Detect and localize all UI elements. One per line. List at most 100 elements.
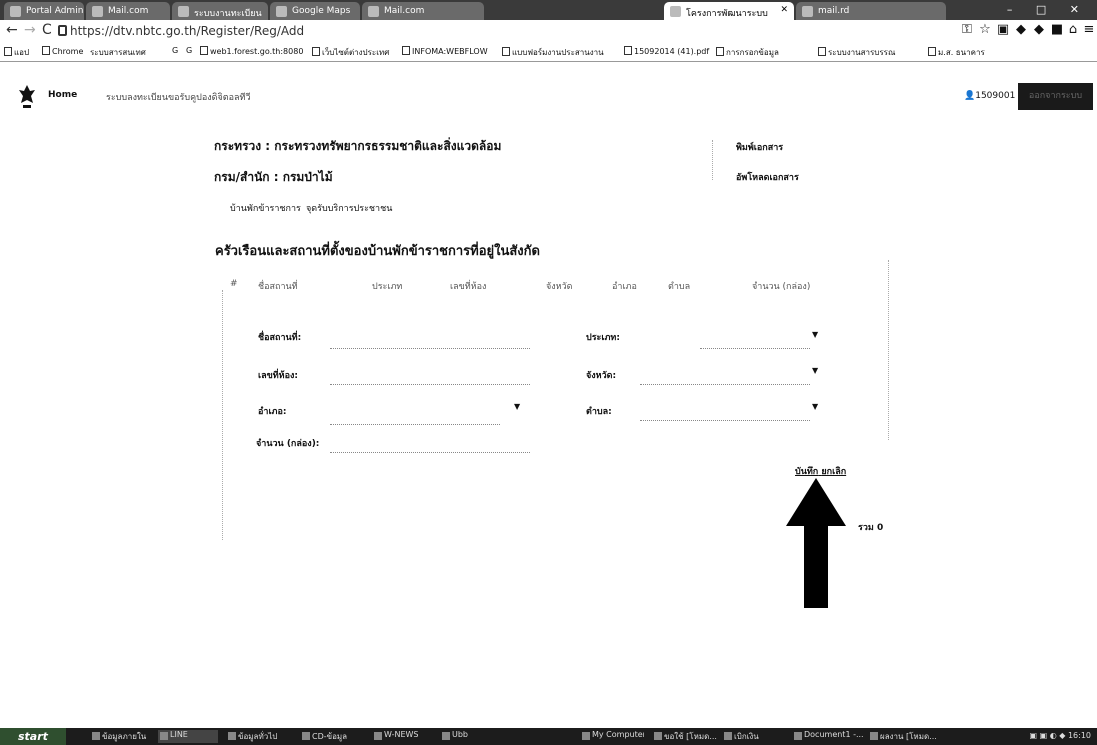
bookmarks-bar: แอป Chrome ระบบสารสนเทศ G G web1.forest.…	[0, 42, 1097, 62]
taskbar-item[interactable]: Ubb	[440, 730, 500, 743]
browser-tab[interactable]: Google Maps	[270, 2, 360, 20]
bookmark-item[interactable]: เว็บไซต์ต่างประเทศ	[312, 46, 389, 59]
room-number-input[interactable]	[330, 384, 530, 385]
upload-document-link[interactable]: อัพโหลดเอกสาร	[736, 170, 799, 184]
app-title: ระบบลงทะเบียนขอรับคูปองดิจิตอลทีวี	[106, 93, 251, 103]
bookmark-item[interactable]: แบบฟอร์มงานประสานงาน	[502, 46, 604, 59]
close-tab-icon[interactable]: ✕	[780, 5, 788, 15]
bookmark-item[interactable]: แอป	[4, 46, 29, 59]
bookmark-item[interactable]: การกรอกข้อมูล	[716, 46, 779, 59]
subdistrict-select[interactable]	[640, 420, 810, 421]
logout-button[interactable]: ออกจากระบบ	[1018, 83, 1093, 110]
extension-icon[interactable]: ▣	[996, 23, 1010, 37]
app-icon	[302, 732, 310, 740]
taskbar-item[interactable]: W-NEWS	[372, 730, 432, 743]
reload-icon[interactable]: C	[42, 22, 52, 38]
browser-tab[interactable]: Portal Administration Tag	[4, 2, 84, 20]
browser-tab-strip: Portal Administration Tag Mail.com ระบบง…	[0, 0, 1097, 20]
extension-icon[interactable]: ◆	[1032, 23, 1046, 37]
taskbar-item[interactable]: ผลงาน [โหมด...	[868, 730, 938, 743]
taskbar-item[interactable]: ข้อมูลภายใน	[90, 730, 152, 743]
app-icon	[870, 732, 878, 740]
province-label: จังหวัด:	[586, 371, 617, 381]
bookmark-item[interactable]: INFOMA:WEBFLOW	[402, 46, 488, 56]
word-icon	[794, 732, 802, 740]
favicon-icon	[802, 6, 813, 17]
app-header: Home ระบบลงทะเบียนขอรับคูปองดิจิตอลทีวี …	[0, 83, 1097, 111]
favicon-icon	[10, 6, 21, 17]
browser-tab-active[interactable]: โครงการพัฒนาระบบ ✕	[664, 2, 794, 20]
back-icon[interactable]: ←	[6, 22, 18, 38]
favicon-icon	[276, 6, 287, 17]
bookmark-item[interactable]: G	[172, 46, 178, 55]
bookmark-item[interactable]: ม.ส. ธนาคาร	[928, 46, 985, 59]
home-link[interactable]: Home	[48, 90, 77, 100]
taskbar-item[interactable]: ข้อมูลทั่วไป	[226, 730, 296, 743]
favicon-icon	[368, 6, 379, 17]
favicon-icon	[670, 6, 681, 17]
extension-icon[interactable]: ◆	[1014, 23, 1028, 37]
browser-tab[interactable]: ระบบงานทะเบียน	[172, 2, 268, 20]
app-icon	[92, 732, 100, 740]
taskbar-item[interactable]: CD-ข้อมูล	[300, 730, 364, 743]
globe-icon	[928, 47, 936, 56]
tray-icons[interactable]: ▣ ▣ ◐ ◆	[1030, 731, 1068, 740]
page-icon	[716, 47, 724, 56]
key-icon[interactable]: ⚿	[960, 23, 974, 37]
page-icon	[402, 46, 410, 55]
subnav-service-point[interactable]: จุดรับบริการประชาชน	[306, 201, 392, 215]
chevron-down-icon[interactable]: ▼	[812, 330, 818, 339]
app-icon	[442, 732, 450, 740]
bookmark-item[interactable]: 15092014 (41).pdf	[624, 46, 709, 56]
quantity-input[interactable]	[330, 452, 530, 453]
taskbar-item[interactable]: Document1 -...	[792, 730, 866, 743]
taskbar-item[interactable]: My Computer	[580, 730, 644, 743]
app-icon	[160, 732, 168, 740]
total-count: รวม 0	[858, 523, 884, 533]
forward-icon[interactable]: →	[24, 22, 36, 38]
window-controls[interactable]: – □ ✕	[1007, 3, 1089, 16]
url-field[interactable]: https://dtv.nbtc.go.th/Register/Reg/Add	[58, 24, 304, 38]
computer-icon	[582, 732, 590, 740]
type-select[interactable]	[700, 348, 810, 349]
pointer-arrow-annotation	[786, 478, 846, 608]
district-select[interactable]	[330, 424, 500, 425]
favicon-icon	[92, 6, 103, 17]
start-button[interactable]: start	[0, 728, 66, 745]
menu-icon[interactable]: ≡	[1082, 23, 1096, 37]
column-guide	[222, 290, 223, 540]
bookmark-item[interactable]: G	[186, 46, 192, 55]
subnav-government-housing[interactable]: บ้านพักข้าราชการ	[230, 201, 301, 215]
bookmark-item[interactable]: ระบบสารสนเทศ	[90, 46, 146, 59]
save-link[interactable]: บันทึก	[795, 467, 818, 477]
taskbar-item[interactable]: ขอใช้ [โหมด...	[652, 730, 718, 743]
chevron-down-icon[interactable]: ▼	[514, 402, 520, 411]
bookmark-item[interactable]: web1.forest.go.th:8080	[200, 46, 303, 56]
extension-icon[interactable]: ■	[1050, 23, 1064, 37]
star-icon[interactable]: ☆	[978, 23, 992, 37]
taskbar-item[interactable]: LINE	[158, 730, 218, 743]
page-icon	[312, 47, 320, 56]
page-icon	[624, 46, 632, 55]
user-icon: 👤	[964, 91, 976, 101]
bookmark-item[interactable]: Chrome	[42, 46, 83, 56]
place-name-input[interactable]	[330, 348, 530, 349]
type-label: ประเภท:	[586, 333, 620, 343]
print-document-link[interactable]: พิมพ์เอกสาร	[736, 140, 783, 154]
browser-tab[interactable]: Mail.com	[86, 2, 170, 20]
bookmark-item[interactable]: ระบบงานสารบรรณ	[818, 46, 895, 59]
chevron-down-icon[interactable]: ▼	[812, 366, 818, 375]
chevron-down-icon[interactable]: ▼	[812, 402, 818, 411]
app-icon	[654, 732, 662, 740]
home-icon[interactable]: ⌂	[1066, 23, 1080, 37]
taskbar-item[interactable]: เบิกเงิน	[722, 730, 786, 743]
app-icon	[228, 732, 236, 740]
page-icon	[502, 47, 510, 56]
cancel-link[interactable]: ยกเลิก	[821, 467, 846, 477]
os-taskbar: start ข้อมูลภายใน LINE ข้อมูลทั่วไป CD-ข…	[0, 728, 1097, 745]
province-select[interactable]	[640, 384, 810, 385]
browser-tab[interactable]: Mail.com	[362, 2, 484, 20]
browser-tab[interactable]: mail.rd	[796, 2, 946, 20]
lock-icon	[58, 25, 67, 36]
address-bar: ← → C https://dtv.nbtc.go.th/Register/Re…	[0, 20, 1097, 42]
